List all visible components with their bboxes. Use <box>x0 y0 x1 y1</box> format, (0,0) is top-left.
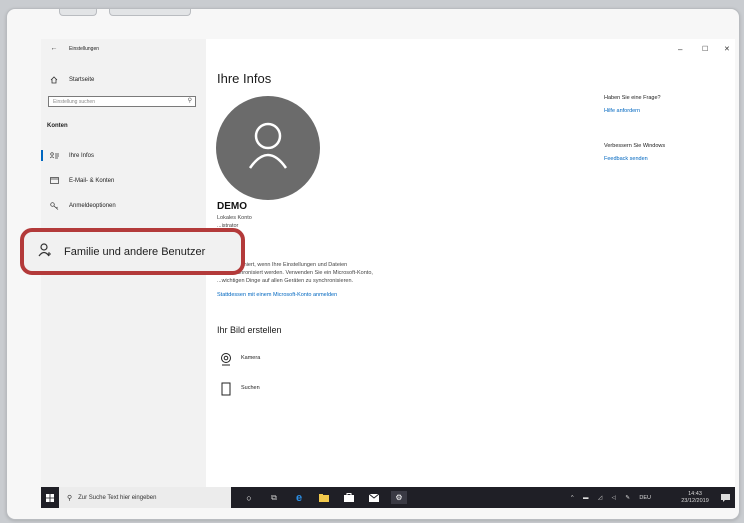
account-name: DEMO <box>217 201 247 212</box>
section-heading-label: Konten <box>47 123 68 129</box>
camera-label: Kamera <box>241 355 261 361</box>
clock-time: 14:43 <box>688 490 702 497</box>
help-title: Haben Sie eine Frage? <box>604 95 661 101</box>
page-title: Ihre Infos <box>217 71 272 86</box>
device-frame: ← Einstellungen Startseite Einstellung s… <box>6 8 740 520</box>
settings-gear-icon[interactable]: ⚙ <box>391 491 407 504</box>
taskbar: ⚲ Zur Suche Text hier eingeben ○ ⧉ e ⚙ ^… <box>41 487 735 508</box>
network-icon[interactable]: ◿ <box>598 495 602 501</box>
clock-date: 23/12/2019 <box>681 497 709 504</box>
mail-icon[interactable] <box>367 491 381 504</box>
key-icon <box>47 202 61 210</box>
store-icon[interactable] <box>342 491 356 504</box>
battery-icon[interactable]: ▬ <box>583 495 589 501</box>
sidebar-item-label: E-Mail- & Konten <box>69 177 115 184</box>
explorer-icon[interactable] <box>317 491 331 504</box>
sidebar-item-label: Startseite <box>69 77 95 83</box>
improve-title: Verbessern Sie Windows <box>604 143 666 149</box>
frame-tab <box>109 9 191 16</box>
language-indicator[interactable]: DEU <box>639 495 651 501</box>
info-text-line: ...wichtigen Dinge auf allen Geräten zu … <box>217 278 354 284</box>
sidebar-item-family-callout[interactable]: Familie und andere Benutzer <box>20 228 245 275</box>
person-list-icon <box>47 152 61 159</box>
camera-icon <box>221 353 231 366</box>
system-tray: ^ ▬ ◿ ◁ ✎ DEU <box>571 487 651 508</box>
mail-icon <box>47 177 61 184</box>
back-icon[interactable]: ← <box>47 45 61 52</box>
windows-start-icon[interactable] <box>44 491 56 504</box>
sidebar-item-home[interactable]: Startseite <box>41 76 94 84</box>
sidebar-item-ihre-infos[interactable]: Ihre Infos <box>41 152 94 159</box>
avatar <box>216 96 320 200</box>
camera-option[interactable]: Kamera <box>219 352 260 366</box>
sidebar-item-email[interactable]: E-Mail- & Konten <box>41 177 114 184</box>
window-titlebar-left: ← Einstellungen <box>41 45 100 52</box>
task-view-icon[interactable]: ⧉ <box>267 491 281 504</box>
browse-option[interactable]: Suchen <box>219 382 260 396</box>
minimize-button[interactable]: – <box>678 45 682 54</box>
feedback-link[interactable]: Feedback senden <box>604 156 648 162</box>
chevron-up-icon[interactable]: ^ <box>571 495 574 501</box>
microsoft-account-link[interactable]: Stattdessen mit einem Microsoft-Konto an… <box>217 292 337 298</box>
clock[interactable]: 14:43 23/12/2019 <box>675 487 715 508</box>
edge-icon[interactable]: e <box>292 491 306 504</box>
maximize-button[interactable]: ☐ <box>702 45 708 53</box>
section-heading: Konten <box>41 123 68 129</box>
search-icon: ⚲ <box>67 494 73 502</box>
user-silhouette-icon <box>248 122 288 169</box>
window-title: Einstellungen <box>69 45 100 52</box>
pen-icon[interactable]: ✎ <box>625 495 630 501</box>
home-icon <box>47 76 61 84</box>
sidebar-item-label: Anmeldeoptionen <box>69 203 116 209</box>
main-content: – ☐ ✕ Ihre Infos DEMO Lokales Konto ...i… <box>206 39 735 487</box>
search-placeholder: Einstellung suchen <box>53 99 95 105</box>
taskbar-search-input[interactable]: ⚲ Zur Suche Text hier eingeben <box>59 487 231 508</box>
close-button[interactable]: ✕ <box>724 45 730 53</box>
taskbar-search-text: Zur Suche Text hier eingeben <box>78 494 157 501</box>
frame-tab <box>59 9 97 16</box>
browse-label: Suchen <box>241 385 260 391</box>
sidebar-item-anmeldeoptionen[interactable]: Anmeldeoptionen <box>41 202 116 210</box>
person-add-icon <box>38 243 52 260</box>
account-type: Lokales Konto <box>217 215 252 221</box>
volume-icon[interactable]: ◁ <box>612 495 616 501</box>
callout-label: Familie und andere Benutzer <box>64 245 206 258</box>
browse-icon <box>221 382 231 396</box>
settings-search-input[interactable]: Einstellung suchen ⚲ <box>48 96 196 107</box>
section-title: Ihr Bild erstellen <box>217 325 282 335</box>
sidebar-item-label: Ihre Infos <box>69 152 95 159</box>
notification-icon[interactable] <box>719 491 731 504</box>
cortana-icon[interactable]: ○ <box>242 491 256 504</box>
search-icon[interactable]: ⚲ <box>188 98 192 104</box>
help-link[interactable]: Hilfe anfordern <box>604 108 640 114</box>
